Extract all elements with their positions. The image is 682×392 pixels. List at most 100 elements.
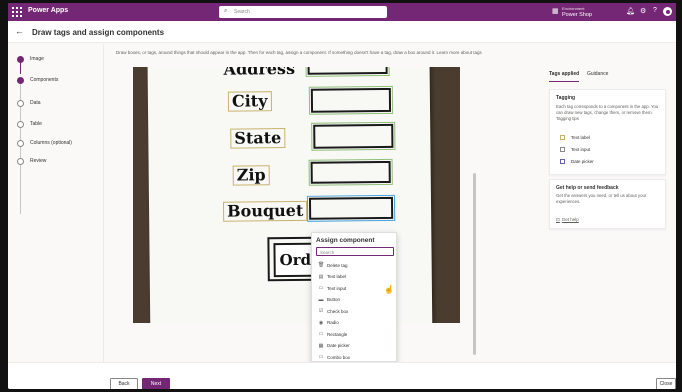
menu-item-label: Button xyxy=(327,297,341,302)
step-todo-icon xyxy=(17,158,24,165)
gear-icon[interactable]: ⚙ xyxy=(640,7,646,15)
help-icon[interactable]: ? xyxy=(653,7,657,14)
sketch-word-address[interactable]: Address xyxy=(220,67,300,80)
legend-swatch xyxy=(560,159,565,164)
menu-item-label: Delete tag xyxy=(327,262,348,268)
tagging-title: Tagging xyxy=(556,95,576,101)
step-todo-icon xyxy=(17,121,24,128)
step-current-icon xyxy=(17,77,24,84)
text-label-icon: ▤ xyxy=(318,273,324,280)
title-bar: ← Draw tags and assign components xyxy=(8,21,676,43)
sketch-input-box[interactable] xyxy=(308,85,394,115)
component-search-input[interactable]: Search xyxy=(316,247,394,256)
bell-icon[interactable]: 🔔︎ xyxy=(626,7,635,15)
step-components[interactable]: Components xyxy=(17,75,101,87)
legend-swatch xyxy=(560,135,565,140)
menu-item-label: Text input xyxy=(327,285,347,291)
step-done-icon xyxy=(17,56,24,63)
get-help-label: Get help xyxy=(561,217,579,222)
search-icon: ⌕ xyxy=(224,8,228,14)
sketch-input-box[interactable] xyxy=(305,67,390,77)
tab-tags-applied[interactable]: Tags applied xyxy=(549,71,580,82)
menu-item-label: Rectangle xyxy=(327,331,348,337)
step-todo-icon xyxy=(17,100,24,107)
menu-item-date-picker[interactable]: ▦ Date picker xyxy=(312,340,398,352)
combo-box-icon: ▭ xyxy=(318,354,324,360)
sketch-word-city[interactable]: City xyxy=(227,91,272,112)
menu-item-button[interactable]: ▬ Button xyxy=(312,294,398,306)
step-data[interactable]: Data xyxy=(17,98,101,110)
menu-item-delete-tag[interactable]: 🗑︎ Delete tag xyxy=(312,259,398,271)
component-menu: 🗑︎ Delete tag ▤ Text label ▭ Text input … xyxy=(312,259,398,363)
menu-item-text-label[interactable]: ▤ Text label xyxy=(312,271,398,283)
legend-date-picker: Date picker xyxy=(560,158,630,166)
menu-item-rectangle[interactable]: ▭ Rectangle xyxy=(312,328,398,340)
environment-icon: ▦ xyxy=(552,8,559,15)
menu-item-label: Date picker xyxy=(327,343,350,348)
trash-icon: 🗑︎ xyxy=(318,262,325,268)
button-icon: ▬ xyxy=(318,296,324,303)
menu-item-check-box[interactable]: ☑ Check box xyxy=(312,305,398,317)
sketch-word-zip[interactable]: Zip xyxy=(232,165,270,186)
step-table[interactable]: Table xyxy=(17,119,101,131)
page-title: Draw tags and assign components xyxy=(32,28,165,37)
footer: Back Next Close xyxy=(8,362,676,389)
help-card: Get help or send feedback Get the answer… xyxy=(549,179,666,229)
environment-name: Power Shop xyxy=(562,12,592,18)
menu-item-combo-box[interactable]: ▭ Combo box xyxy=(312,351,398,363)
help-link-icon: ⊡ xyxy=(556,217,560,222)
menu-item-label: Check box xyxy=(327,308,349,314)
sketch-input-box[interactable] xyxy=(308,158,393,186)
menu-item-radio[interactable]: ◉ Radio xyxy=(312,317,398,329)
legend-swatch xyxy=(560,147,565,152)
wizard-steps: Image Components Data Table Columns (opt… xyxy=(8,44,104,362)
close-button[interactable]: Close xyxy=(656,378,676,389)
menu-item-label: Combo box xyxy=(327,354,351,360)
step-label: Components xyxy=(30,77,59,83)
step-todo-icon xyxy=(17,140,24,147)
text-input-icon: ▭ xyxy=(318,285,324,291)
next-button[interactable]: Next xyxy=(142,378,170,389)
step-label: Image xyxy=(30,56,44,62)
menu-item-label: Radio xyxy=(327,320,339,325)
step-label: Table xyxy=(30,121,42,127)
checkbox-icon: ☑ xyxy=(318,308,324,314)
app-launcher-icon[interactable] xyxy=(12,7,22,17)
step-label: Data xyxy=(30,100,41,106)
app-frame: Power Apps ⌕ Search ▦ Environment Power … xyxy=(8,3,676,389)
date-picker-icon: ▦ xyxy=(318,342,324,349)
canvas-scrollbar[interactable] xyxy=(473,173,476,355)
legend-text-input: Text input xyxy=(560,146,630,154)
back-button[interactable]: Back xyxy=(110,378,138,389)
search-placeholder: Search xyxy=(234,9,250,15)
step-columns[interactable]: Columns (optional) xyxy=(17,138,101,150)
step-review[interactable]: Review xyxy=(17,156,101,168)
step-image[interactable]: Image xyxy=(17,54,101,66)
legend-text-label: Text label xyxy=(560,134,630,142)
avatar[interactable] xyxy=(663,7,672,16)
mouse-cursor-icon: ☝ xyxy=(384,285,394,294)
sketch-input-box-selected[interactable] xyxy=(306,194,396,222)
top-bar: Power Apps ⌕ Search ▦ Environment Power … xyxy=(8,3,676,21)
help-title: Get help or send feedback xyxy=(556,185,619,191)
tab-guidance[interactable]: Guidance xyxy=(587,71,608,81)
assign-component-dropdown: Assign component Search 🗑︎ Delete tag ▤ … xyxy=(311,232,397,362)
get-help-link[interactable]: ⊡ Get help xyxy=(556,217,579,223)
help-description: Get the answers you need, or tell us abo… xyxy=(556,193,647,204)
sketch-word-bouquet[interactable]: Bouquet xyxy=(222,200,308,222)
sketch-word-state[interactable]: State xyxy=(230,128,286,149)
back-arrow-icon[interactable]: ← xyxy=(15,26,24,36)
legend-label: Date picker xyxy=(571,159,594,164)
step-label: Columns (optional) xyxy=(30,140,72,146)
menu-item-label: Text label xyxy=(327,274,347,279)
global-search[interactable]: ⌕ Search xyxy=(219,6,387,18)
sketch-image-panel[interactable]: Address City State Zip Bouquet Order h xyxy=(133,67,460,323)
app-name[interactable]: Power Apps xyxy=(28,7,68,14)
step-label: Review xyxy=(30,158,47,164)
instruction-text: Draw boxes, or tags, around things that … xyxy=(116,50,482,55)
sketch-input-box[interactable] xyxy=(311,121,396,151)
environment-label: Environment xyxy=(562,6,585,11)
tagging-card: Tagging Each tag corresponds to a compon… xyxy=(549,89,666,175)
tagging-description: Each tag corresponds to a component in t… xyxy=(556,104,659,121)
environment-picker[interactable]: Environment Power Shop xyxy=(562,6,592,18)
